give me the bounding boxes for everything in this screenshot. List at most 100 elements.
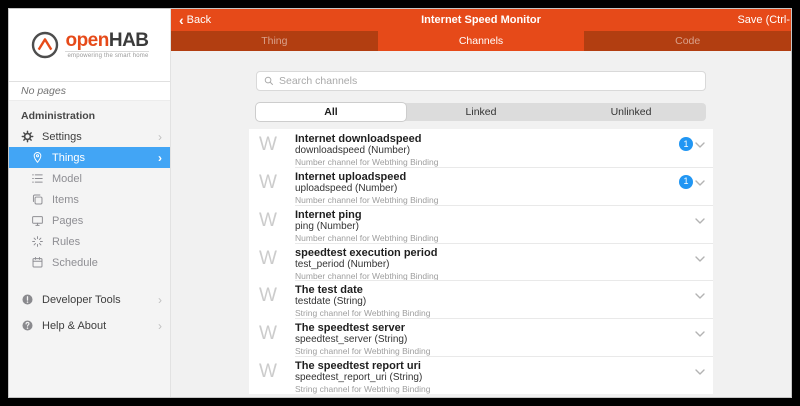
channel-initial-icon: W	[259, 246, 295, 268]
channel-row[interactable]: WInternet pingping (Number)Number channe…	[249, 205, 713, 243]
tab-bar: ThingChannelsCode	[171, 31, 791, 51]
channel-row[interactable]: WThe test datetestdate (String)String ch…	[249, 280, 713, 318]
sidebar-item-label: Schedule	[52, 257, 98, 269]
page-title: Internet Speed Monitor	[421, 14, 541, 26]
channel-description: Number channel for Webthing Binding	[295, 271, 695, 281]
sidebar-item-label: Model	[52, 173, 82, 185]
sidebar-item-things[interactable]: Things›	[9, 147, 170, 168]
channel-initial-icon: W	[259, 283, 295, 305]
tab-channels[interactable]: Channels	[378, 31, 585, 51]
channel-title: The speedtest report uri	[295, 360, 695, 372]
chevron-down-icon[interactable]	[695, 173, 705, 191]
filter-segment-all[interactable]: All	[256, 103, 406, 121]
channel-id: ping (Number)	[295, 221, 695, 233]
exclamation-circle-icon	[21, 293, 34, 306]
no-pages-label: No pages	[9, 81, 170, 101]
channel-row-actions	[695, 283, 705, 304]
channel-id: uploadspeed (Number)	[295, 183, 679, 195]
linked-items-badge: 1	[679, 137, 693, 151]
sidebar-item-label: Developer Tools	[42, 294, 121, 306]
channel-initial-icon: W	[259, 208, 295, 230]
channel-row-actions	[695, 208, 705, 229]
channel-description: Number channel for Webthing Binding	[295, 157, 679, 167]
channel-row[interactable]: Wspeedtest execution periodtest_period (…	[249, 243, 713, 281]
openhab-logo-icon	[30, 30, 60, 60]
sidebar-item-label: Rules	[52, 236, 80, 248]
sidebar-item-rules[interactable]: Rules	[9, 231, 170, 252]
channel-texts: Internet uploadspeeduploadspeed (Number)…	[295, 170, 679, 205]
channel-title: The speedtest server	[295, 322, 695, 334]
calendar-icon	[31, 256, 44, 269]
screenshot-stage: openHAB empowering the smart home No pag…	[0, 0, 800, 406]
chevron-right-icon: ›	[158, 152, 162, 164]
sidebar-item-schedule[interactable]: Schedule	[9, 252, 170, 273]
channel-row[interactable]: WInternet downloadspeeddownloadspeed (Nu…	[249, 129, 713, 167]
app-window: openHAB empowering the smart home No pag…	[8, 8, 792, 398]
sidebar-item-label: Help & About	[42, 320, 106, 332]
link-filter-segmented-control: AllLinkedUnlinked	[256, 103, 706, 121]
save-button[interactable]: Save (Ctrl-	[737, 9, 791, 31]
channel-row[interactable]: WInternet uploadspeeduploadspeed (Number…	[249, 167, 713, 205]
pin-icon	[31, 151, 44, 164]
channel-title: Internet downloadspeed	[295, 133, 679, 145]
filter-segment-unlinked[interactable]: Unlinked	[556, 103, 706, 121]
brand-name: openHAB	[65, 31, 148, 50]
chevron-down-icon[interactable]	[695, 324, 705, 342]
channel-list: WInternet downloadspeeddownloadspeed (Nu…	[249, 129, 713, 394]
chevron-down-icon[interactable]	[695, 286, 705, 304]
channel-id: testdate (String)	[295, 296, 695, 308]
brand-tagline: empowering the smart home	[65, 51, 148, 59]
sidebar-item-label: Items	[52, 194, 79, 206]
channel-initial-icon: W	[259, 321, 295, 343]
channel-initial-icon: W	[259, 170, 295, 192]
monitor-icon	[31, 214, 44, 227]
chevron-down-icon[interactable]	[695, 211, 705, 229]
copy-icon	[31, 193, 44, 206]
chevron-right-icon: ›	[158, 131, 162, 143]
channel-description: Number channel for Webthing Binding	[295, 195, 679, 205]
channel-texts: The test datetestdate (String)String cha…	[295, 283, 695, 318]
back-chevron-icon: ‹	[179, 13, 184, 27]
chevron-down-icon[interactable]	[695, 249, 705, 267]
tab-thing[interactable]: Thing	[171, 31, 378, 51]
channel-id: speedtest_server (String)	[295, 334, 695, 346]
channel-title: Internet ping	[295, 209, 695, 221]
back-button[interactable]: ‹ Back	[179, 9, 211, 31]
sidebar-item-developer-tools[interactable]: Developer Tools›	[9, 289, 170, 310]
search-icon	[264, 76, 274, 86]
channel-id: test_period (Number)	[295, 259, 695, 271]
question-circle-icon	[21, 319, 34, 332]
channel-title: Internet uploadspeed	[295, 171, 679, 183]
chevron-down-icon[interactable]	[695, 135, 705, 153]
channel-initial-icon: W	[259, 132, 295, 154]
channel-description: Number channel for Webthing Binding	[295, 233, 695, 243]
administration-section-label: Administration	[9, 105, 170, 126]
sidebar-item-model[interactable]: Model	[9, 168, 170, 189]
filter-segment-linked[interactable]: Linked	[406, 103, 556, 121]
channel-row[interactable]: WThe speedtest report urispeedtest_repor…	[249, 356, 713, 394]
chevron-down-icon[interactable]	[695, 362, 705, 380]
search-input[interactable]	[279, 75, 698, 87]
gear-icon	[21, 130, 34, 143]
openhab-logo: openHAB empowering the smart home	[9, 9, 170, 81]
back-label: Back	[187, 14, 211, 26]
channel-texts: speedtest execution periodtest_period (N…	[295, 246, 695, 281]
sidebar-item-settings[interactable]: Settings ›	[9, 126, 170, 147]
channel-description: String channel for Webthing Binding	[295, 308, 695, 318]
main-panel: ‹ Back Internet Speed Monitor Save (Ctrl…	[171, 9, 791, 397]
sidebar-item-items[interactable]: Items	[9, 189, 170, 210]
sidebar: openHAB empowering the smart home No pag…	[9, 9, 171, 397]
channel-texts: Internet pingping (Number)Number channel…	[295, 208, 695, 243]
sidebar-item-label: Settings	[42, 131, 82, 143]
search-bar	[256, 71, 706, 91]
channel-row[interactable]: WThe speedtest serverspeedtest_server (S…	[249, 318, 713, 356]
top-bar: ‹ Back Internet Speed Monitor Save (Ctrl…	[171, 9, 791, 31]
channel-texts: The speedtest serverspeedtest_server (St…	[295, 321, 695, 356]
sparkle-icon	[31, 235, 44, 248]
sidebar-item-help-about[interactable]: Help & About›	[9, 315, 170, 336]
tab-code[interactable]: Code	[584, 31, 791, 51]
sidebar-item-label: Pages	[52, 215, 83, 227]
channel-row-actions: 1	[679, 132, 705, 153]
channel-description: String channel for Webthing Binding	[295, 346, 695, 356]
sidebar-item-pages[interactable]: Pages	[9, 210, 170, 231]
